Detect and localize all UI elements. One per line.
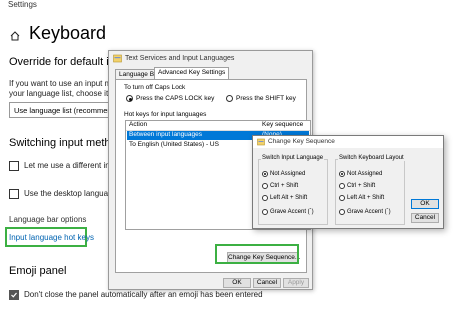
list-header: Action Key sequence — [126, 121, 310, 131]
caps-lock-label: To turn off Caps Lock — [124, 84, 186, 91]
caps-lock-radio-label: Press the CAPS LOCK key — [136, 95, 215, 102]
language-bar-options-label: Language bar options — [9, 215, 87, 224]
dialog-title: Change Key Sequence — [268, 138, 335, 145]
cancel-button[interactable]: Cancel — [253, 278, 281, 288]
window-title: Settings — [8, 0, 37, 9]
emoji-checkbox[interactable] — [9, 290, 19, 300]
layout-option-label: Not Assigned — [347, 171, 383, 177]
override-description-line2: your language list, choose it her — [9, 89, 122, 98]
per-app-checkbox[interactable] — [9, 161, 19, 171]
apply-button[interactable]: Apply — [283, 278, 309, 288]
tab-advanced-key-settings[interactable]: Advanced Key Settings — [154, 67, 230, 79]
row-action: Between input languages — [129, 131, 203, 138]
caps-lock-radio[interactable] — [126, 95, 133, 102]
input-option-label: Not Assigned — [270, 171, 306, 177]
row-action: To English (United States) - US — [129, 141, 219, 148]
keyboard-app-icon — [113, 54, 122, 63]
home-icon[interactable] — [10, 31, 20, 41]
layout-not-assigned-radio[interactable] — [339, 171, 345, 177]
layout-grave-accent-radio[interactable] — [339, 209, 345, 215]
input-grave-accent-radio[interactable] — [262, 209, 268, 215]
hotkeys-label: Hot keys for input languages — [124, 111, 207, 118]
dialog-title: Text Services and Input Languages — [125, 55, 235, 62]
dialog-titlebar: Change Key Sequence — [253, 136, 443, 148]
keyboard-app-icon — [257, 138, 265, 146]
column-key-sequence[interactable]: Key sequence — [262, 121, 303, 129]
shift-radio[interactable] — [226, 95, 233, 102]
input-option-label: Grave Accent (`) — [270, 209, 314, 215]
emoji-heading: Emoji panel — [9, 265, 67, 277]
change-key-sequence-dialog: Change Key Sequence Switch Input Languag… — [252, 135, 444, 229]
ok-button[interactable]: OK — [411, 199, 439, 209]
language-select[interactable]: Use language list (recommenc — [9, 102, 113, 118]
switch-keyboard-layout-label: Switch Keyboard Layout — [338, 155, 405, 161]
override-description-line1: If you want to use an input meth — [9, 79, 123, 88]
switching-heading: Switching input metho — [9, 137, 117, 149]
per-app-label: Let me use a different inpu — [24, 161, 119, 170]
input-alt-shift-radio[interactable] — [262, 195, 268, 201]
input-ctrl-shift-radio[interactable] — [262, 183, 268, 189]
override-heading: Override for default inp — [9, 56, 121, 68]
layout-alt-shift-radio[interactable] — [339, 195, 345, 201]
desktop-language-bar-checkbox[interactable] — [9, 189, 19, 199]
column-action[interactable]: Action — [129, 121, 147, 129]
layout-ctrl-shift-radio[interactable] — [339, 183, 345, 189]
checkmark-icon — [11, 292, 17, 298]
layout-option-label: Ctrl + Shift — [347, 183, 376, 189]
ok-button[interactable]: OK — [223, 278, 251, 288]
shift-radio-label: Press the SHIFT key — [236, 95, 296, 102]
emoji-option-label: Don't close the panel automatically afte… — [24, 290, 263, 299]
change-key-sequence-highlight — [215, 244, 299, 264]
layout-option-label: Grave Accent (`) — [347, 209, 391, 215]
cancel-button[interactable]: Cancel — [411, 213, 439, 223]
input-not-assigned-radio[interactable] — [262, 171, 268, 177]
page-title: Keyboard — [29, 23, 107, 43]
input-option-label: Left Alt + Shift — [270, 195, 308, 201]
input-language-hotkeys-link[interactable]: Input language hot keys — [9, 233, 94, 242]
switch-input-language-label: Switch Input Language — [261, 155, 325, 161]
input-option-label: Ctrl + Shift — [270, 183, 299, 189]
layout-option-label: Left Alt + Shift — [347, 195, 385, 201]
